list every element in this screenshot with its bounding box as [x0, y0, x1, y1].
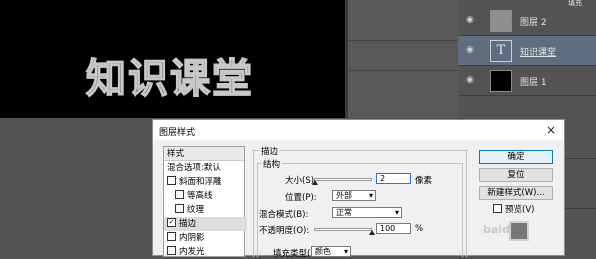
opacity-input[interactable]: 100: [376, 223, 411, 234]
checkbox[interactable]: [167, 232, 176, 241]
panel-dock-area: [348, 0, 458, 118]
layer-row-selected[interactable]: ◉ T 知识课堂: [458, 36, 596, 66]
style-item-label: 等高线: [187, 191, 213, 201]
canvas-stroked-text: 知识课堂: [85, 55, 254, 103]
position-label: 位置(P):: [285, 193, 317, 203]
checkbox[interactable]: [167, 246, 176, 255]
style-item-label: 内阴影: [179, 233, 205, 243]
dialog-titlebar[interactable]: 图层样式 ×: [153, 120, 564, 140]
visibility-eye-icon[interactable]: ◉: [466, 76, 478, 85]
style-item-label: 描边: [179, 219, 197, 229]
right-panel-strip: [565, 118, 596, 256]
preview-swatch: [509, 221, 529, 241]
checkbox[interactable]: [167, 176, 176, 185]
reset-button[interactable]: 复位: [479, 168, 553, 182]
size-unit: 像素: [415, 176, 433, 186]
fill-type-select[interactable]: 颜色: [311, 246, 351, 257]
document-canvas[interactable]: 知识课堂: [0, 0, 345, 118]
checkbox[interactable]: [175, 204, 184, 213]
style-item-label: 斜面和浮雕: [179, 177, 222, 187]
text-layer-icon: T: [490, 40, 512, 62]
style-item-inner-glow[interactable]: 内发光: [164, 245, 247, 259]
layer-style-dialog: 图层样式 × 样式 混合选项:默认 斜面和浮雕 等高线 纹理 ✓ 描边 内阴影 内…: [152, 119, 565, 259]
new-style-button[interactable]: 新建样式(W)...: [479, 186, 553, 200]
size-slider-track[interactable]: [314, 178, 372, 181]
layer-row-3[interactable]: ◉ 图层 1: [458, 66, 596, 96]
layer-row-1[interactable]: ◉ 图层 2: [458, 6, 596, 36]
preview-label: 预览(V): [505, 205, 535, 215]
style-item-inner-shadow[interactable]: 内阴影: [164, 231, 247, 245]
visibility-eye-icon[interactable]: ◉: [466, 16, 478, 25]
position-select[interactable]: 外部: [332, 190, 376, 201]
ok-button[interactable]: 确定: [479, 150, 553, 164]
stroke-group-title: 描边: [259, 145, 281, 157]
dialog-title: 图层样式: [159, 128, 196, 138]
opacity-unit: %: [415, 224, 424, 234]
structure-group-title: 结构: [261, 158, 283, 170]
opacity-slider-track[interactable]: [314, 228, 372, 231]
layer-thumbnail: [490, 10, 512, 32]
style-item-bevel-emboss[interactable]: 斜面和浮雕: [164, 175, 247, 189]
style-item-texture[interactable]: 纹理: [164, 203, 255, 217]
style-item-blending-options[interactable]: 混合选项:默认: [164, 161, 247, 175]
style-list-header[interactable]: 样式: [164, 147, 244, 161]
blend-mode-label: 混合模式(B):: [259, 210, 309, 220]
layers-panel: 填充 ◉ 图层 2 ◉ T 知识课堂 ◉ 图层 1: [458, 0, 596, 118]
visibility-eye-icon[interactable]: ◉: [466, 46, 478, 55]
checkbox-checked[interactable]: ✓: [167, 218, 176, 227]
checkbox[interactable]: [175, 190, 184, 199]
size-slider-handle[interactable]: [312, 180, 319, 185]
style-item-stroke[interactable]: ✓ 描边: [164, 217, 247, 231]
opacity-label: 不透明度(O):: [259, 226, 310, 236]
layer-name: 图层 1: [520, 78, 547, 88]
style-list: 样式 混合选项:默认 斜面和浮雕 等高线 纹理 ✓ 描边 内阴影 内发光: [163, 146, 247, 259]
layer-name: 知识课堂: [520, 48, 557, 58]
style-item-contour[interactable]: 等高线: [164, 189, 255, 203]
blend-mode-select[interactable]: 正常: [332, 207, 402, 218]
opacity-slider-handle[interactable]: [369, 230, 375, 235]
layer-thumbnail: [490, 70, 512, 92]
style-item-label: 混合选项:默认: [167, 163, 221, 173]
close-icon[interactable]: ×: [546, 123, 556, 137]
layer-name: 图层 2: [520, 18, 547, 28]
size-input[interactable]: 2: [376, 173, 411, 184]
checkbox[interactable]: [493, 204, 502, 213]
style-item-label: 纹理: [187, 205, 205, 215]
preview-checkbox[interactable]: 预览(V): [493, 203, 534, 215]
